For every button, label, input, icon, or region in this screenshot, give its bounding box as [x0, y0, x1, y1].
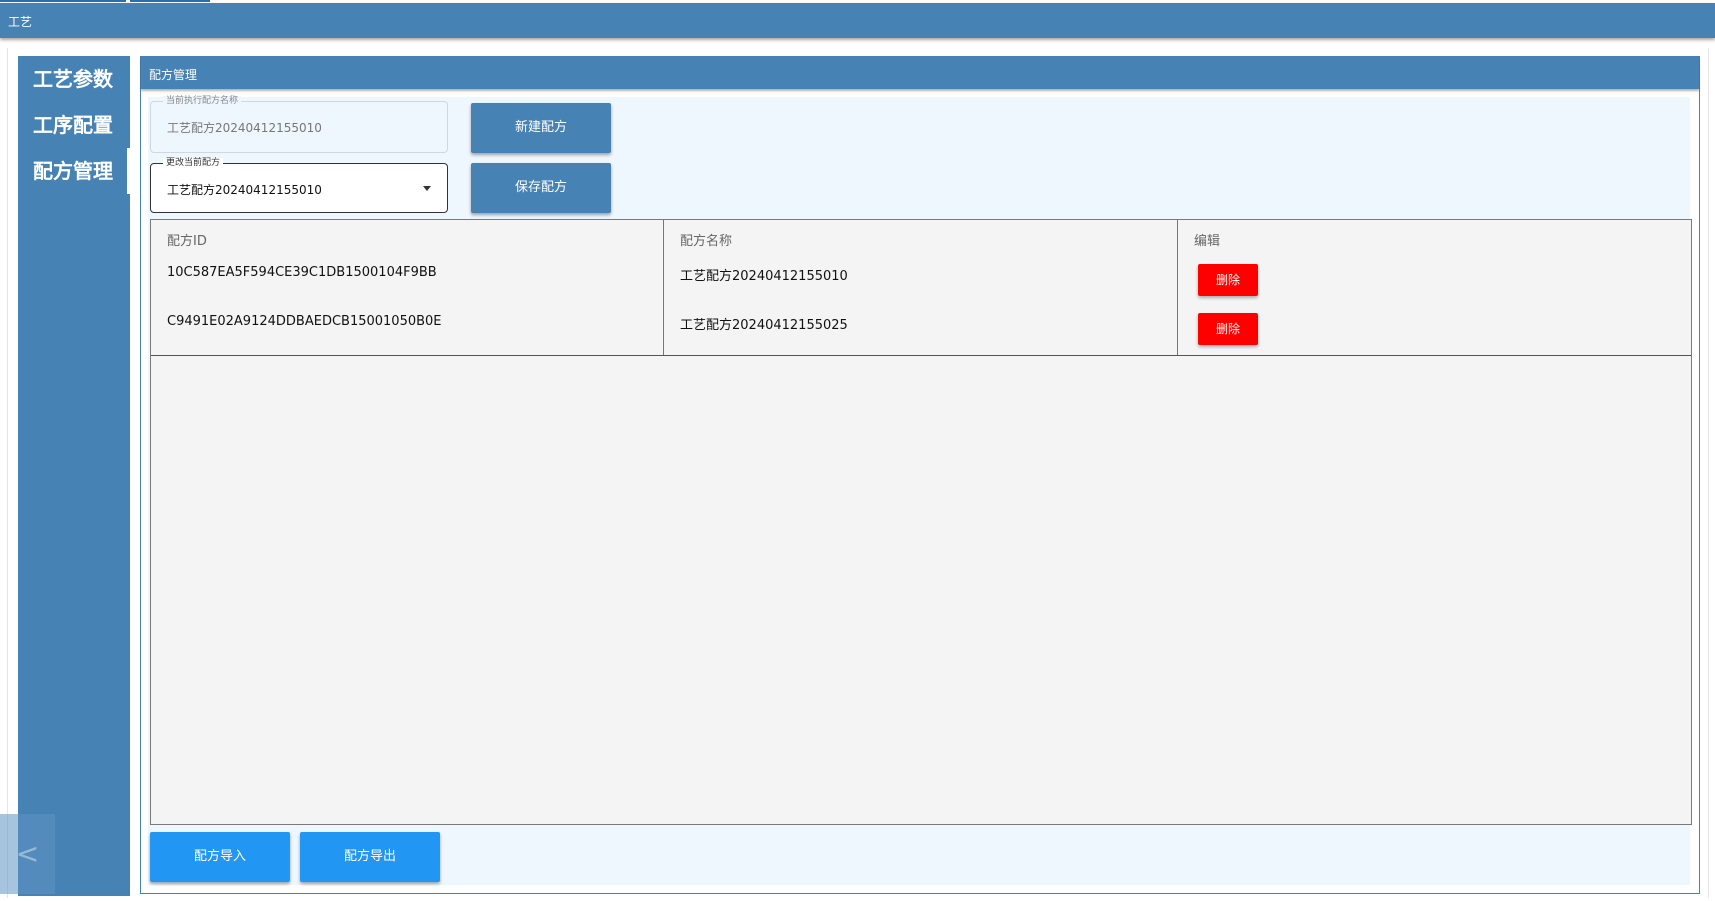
sidebar-item-label: 工序配置	[33, 113, 113, 137]
recipe-name: 工艺配方20240412155025	[680, 318, 848, 333]
column-header-label: 配方ID	[167, 234, 207, 249]
current-recipe-label: 当前执行配方名称	[163, 96, 242, 106]
delete-button[interactable]: 删除	[1198, 313, 1258, 345]
current-recipe-value: 工艺配方20240412155010	[167, 121, 322, 135]
table-header: 配方ID 配方名称 编辑	[151, 220, 1691, 258]
table-row[interactable]: 10C587EA5F594CE39C1DB1500104F9BB 工艺配方202…	[151, 257, 1691, 307]
table-row[interactable]: C9491E02A9124DDBAEDCB15001050B0E 工艺配方202…	[151, 306, 1691, 356]
recipe-name-cell: 工艺配方20240412155025	[664, 306, 1178, 355]
change-recipe-label: 更改当前配方	[163, 158, 224, 168]
sidebar-item-label: 工艺参数	[33, 67, 113, 91]
panel-header: 配方管理	[141, 57, 1699, 89]
recipe-table: 配方ID 配方名称 编辑 10C587EA5F594CE39C1DB150010…	[150, 219, 1692, 825]
window-tab-indicator	[0, 0, 126, 2]
recipe-id-cell: C9491E02A9124DDBAEDCB15001050B0E	[151, 306, 664, 355]
sidebar-item-recipe-management[interactable]: 配方管理	[18, 148, 130, 194]
column-header-label: 配方名称	[680, 234, 733, 249]
recipe-id-cell: 10C587EA5F594CE39C1DB1500104F9BB	[151, 257, 664, 306]
window-tab-indicator	[130, 0, 210, 2]
sidebar: 工艺参数 工序配置 配方管理	[18, 56, 130, 896]
panel-body: 当前执行配方名称 工艺配方20240412155010 更改当前配方 工艺配方2…	[148, 96, 1692, 885]
recipe-name-cell: 工艺配方20240412155010	[664, 257, 1178, 306]
edit-cell: 删除	[1178, 257, 1691, 306]
column-header-name: 配方名称	[664, 220, 1178, 257]
export-recipe-button[interactable]: 配方导出	[300, 832, 440, 882]
current-recipe-field: 当前执行配方名称 工艺配方20240412155010	[150, 96, 448, 153]
window-tab-strip	[0, 0, 1715, 2]
import-recipe-button[interactable]: 配方导入	[150, 832, 290, 882]
recipe-management-panel: 配方管理 当前执行配方名称 工艺配方20240412155010 更改当前配方 …	[140, 56, 1700, 894]
column-header-edit: 编辑	[1178, 220, 1691, 257]
edit-cell: 删除	[1178, 306, 1691, 355]
recipe-id: 10C587EA5F594CE39C1DB1500104F9BB	[167, 265, 437, 280]
title-bar: 工艺	[0, 3, 1715, 38]
sidebar-item-process-params[interactable]: 工艺参数	[18, 56, 130, 102]
window-title: 工艺	[8, 15, 33, 29]
column-header-id: 配方ID	[151, 220, 664, 257]
delete-button[interactable]: 删除	[1198, 264, 1258, 296]
save-recipe-button[interactable]: 保存配方	[471, 163, 611, 213]
change-recipe-value: 工艺配方20240412155010	[167, 183, 322, 197]
chevron-left-icon[interactable]: <	[0, 814, 55, 894]
panel-title: 配方管理	[149, 68, 198, 82]
column-header-label: 编辑	[1194, 234, 1221, 249]
recipe-id: C9491E02A9124DDBAEDCB15001050B0E	[167, 314, 442, 329]
sidebar-item-process-config[interactable]: 工序配置	[18, 102, 130, 148]
change-recipe-select[interactable]: 更改当前配方 工艺配方20240412155010	[150, 158, 448, 213]
dropdown-caret-icon[interactable]	[423, 186, 431, 191]
recipe-name: 工艺配方20240412155010	[680, 269, 848, 284]
sidebar-item-label: 配方管理	[33, 159, 113, 183]
new-recipe-button[interactable]: 新建配方	[471, 103, 611, 153]
